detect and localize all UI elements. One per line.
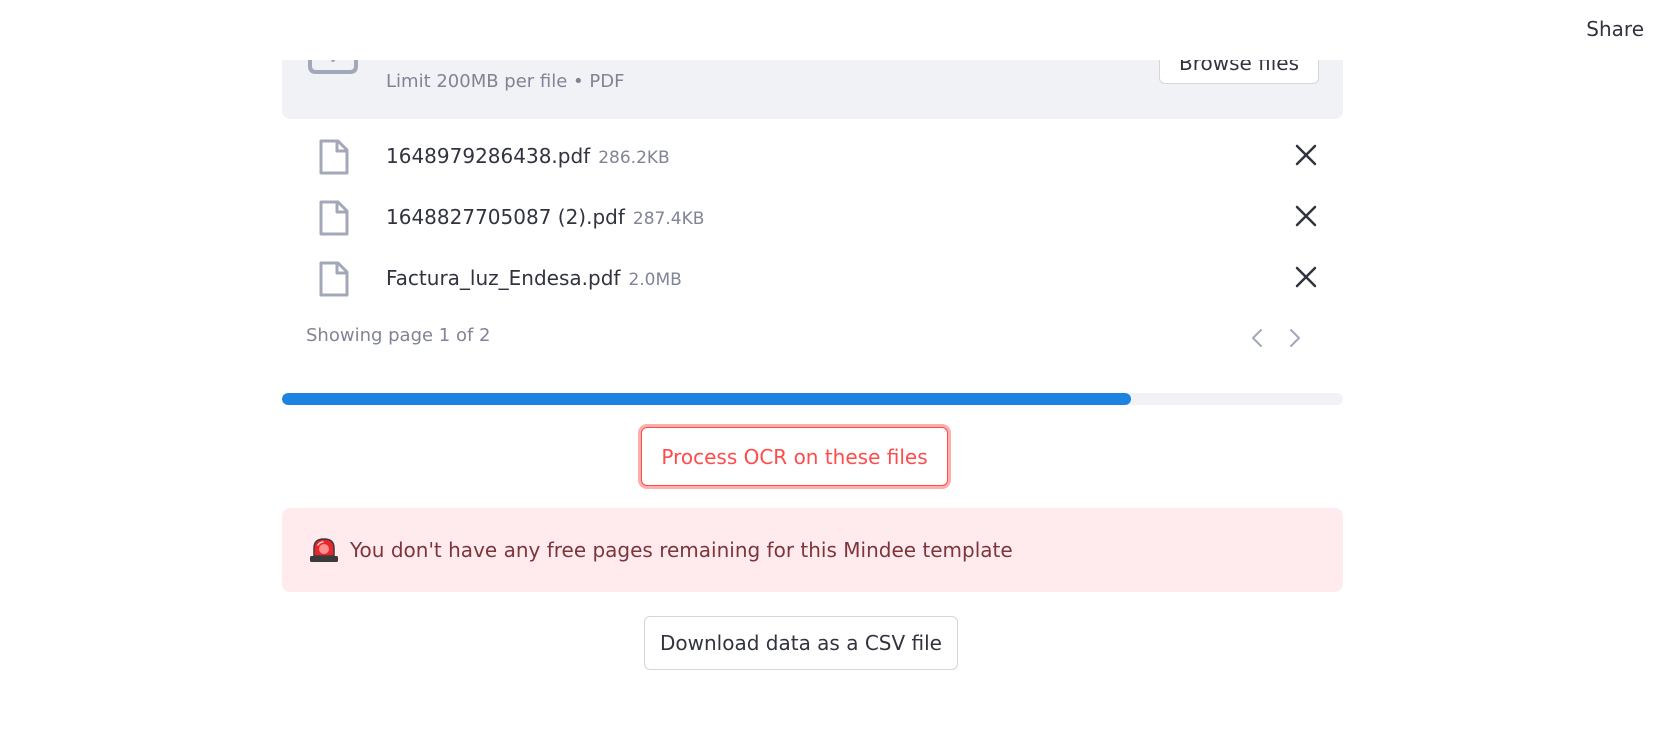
file-size: 286.2KB: [598, 148, 670, 168]
progress-fill: [282, 393, 1131, 405]
pagination-status: Showing page 1 of 2: [306, 325, 491, 346]
error-alert: You don't have any free pages remaining …: [282, 508, 1343, 592]
download-csv-button[interactable]: Download data as a CSV file: [644, 616, 958, 670]
remove-file-icon[interactable]: [1293, 203, 1319, 229]
cloud-upload-icon: [308, 60, 358, 74]
file-name: Factura_luz_Endesa.pdf 2.0MB: [386, 266, 682, 290]
process-ocr-button[interactable]: Process OCR on these files: [641, 427, 948, 486]
file-name-label: Factura_luz_Endesa.pdf: [386, 266, 621, 290]
file-size: 2.0MB: [628, 270, 682, 290]
chevron-right-icon[interactable]: [1283, 327, 1305, 349]
file-name-label: 1648979286438.pdf: [386, 144, 591, 168]
remove-file-icon[interactable]: [1293, 264, 1319, 290]
browse-files-button[interactable]: Browse files: [1159, 60, 1319, 84]
file-pagination: Showing page 1 of 2: [282, 325, 1343, 355]
file-dropzone[interactable]: Limit 200MB per file • PDF Browse files: [282, 60, 1343, 119]
remove-file-icon[interactable]: [1293, 142, 1319, 168]
uploaded-file-row: Factura_luz_Endesa.pdf 2.0MB: [282, 250, 1343, 306]
file-name-label: 1648827705087 (2).pdf: [386, 205, 625, 229]
progress-bar: [282, 393, 1343, 405]
file-icon: [319, 200, 349, 236]
file-size: 287.4KB: [632, 209, 705, 229]
uploaded-file-row: 1648979286438.pdf 286.2KB: [282, 128, 1343, 184]
file-icon: [319, 139, 349, 175]
chevron-left-icon[interactable]: [1247, 327, 1269, 349]
upload-limit-text: Limit 200MB per file • PDF: [386, 71, 625, 92]
file-name: 1648827705087 (2).pdf 287.4KB: [386, 205, 704, 229]
alert-message: You don't have any free pages remaining …: [350, 538, 1013, 562]
uploaded-file-row: 1648827705087 (2).pdf 287.4KB: [282, 189, 1343, 245]
share-button[interactable]: Share: [1586, 17, 1644, 41]
file-icon: [319, 261, 349, 297]
file-name: 1648979286438.pdf 286.2KB: [386, 144, 670, 168]
rotating-light-icon: [310, 538, 338, 562]
